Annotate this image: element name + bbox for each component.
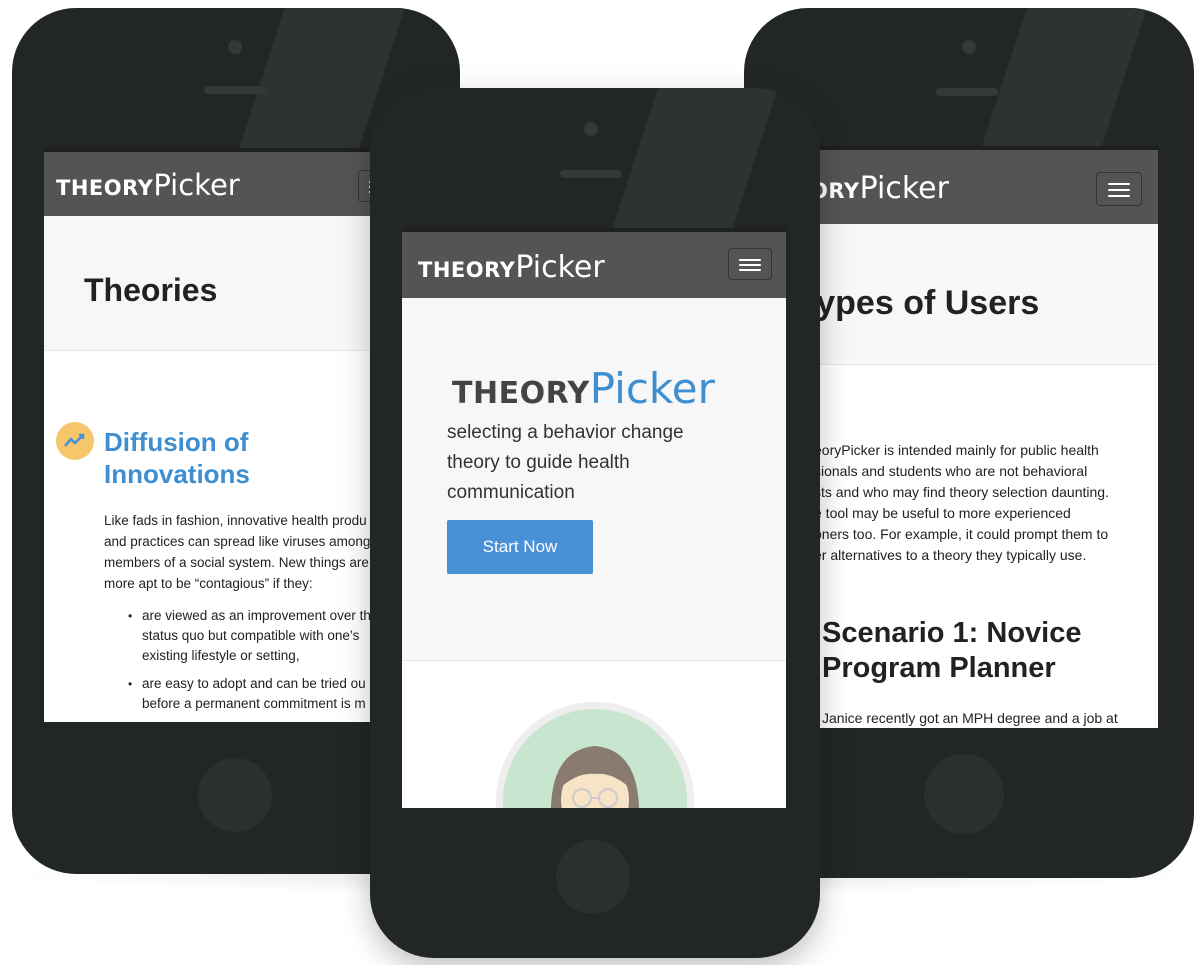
female-user-avatar-icon [496,702,694,808]
center-camera [584,122,598,136]
scenario-text: Janice recently got an MPH degree and a … [822,710,1118,726]
intro-line: sts and who may find theory selection da… [814,484,1109,500]
right-menu-button[interactable] [1096,172,1142,206]
intro-paragraph: eoryPicker is intended mainly for public… [814,440,1158,566]
list-line: are easy to adopt and can be tried ou [142,676,366,691]
menu-line [739,264,761,266]
center-menu-button[interactable] [728,248,772,280]
left-navbar: THEORYPicker [44,148,372,216]
scenario-title: Scenario 1: Novice Program Planner [822,616,1082,686]
list-item: are easy to adopt and can be tried ou be… [128,674,372,714]
hero-section: THEORYPicker selecting a behavior change… [402,298,786,661]
intro-line: eoryPicker is intended mainly for public… [814,442,1099,458]
right-logo[interactable]: ORYPicker [810,171,949,206]
intro-line: oners too. For example, it could prompt … [814,526,1109,542]
hero-logo-light: Picker [589,364,715,413]
trend-chart-icon [56,422,94,460]
right-phone-glare [974,8,1154,168]
center-speaker [560,170,622,178]
intro-line: members of a social system. New things a… [104,555,369,570]
center-home-button[interactable] [556,840,630,914]
menu-line [1108,195,1130,197]
intro-line: Like fads in fashion, innovative health … [104,513,367,528]
tagline-line: communication [447,482,575,503]
right-navbar: ORYPicker [804,146,1158,224]
list-line: status quo but compatible with one’s [142,628,360,643]
section-title[interactable]: Diffusion of Innovations [104,426,324,490]
left-screen: THEORYPicker Theories Diffusion of Innov… [44,148,372,722]
scenario-title-line: Scenario 1: Novice [822,617,1082,649]
logo-bold: THEORY [56,176,154,200]
right-speaker [936,88,998,96]
tagline-line: selecting a behavior change [447,422,684,443]
list-line: before a permanent commitment is m [142,696,366,711]
intro-line: er alternatives to a theory they typical… [814,547,1087,563]
center-navbar: THEORYPicker [402,228,786,298]
menu-line [1108,183,1130,185]
list-line: existing lifestyle or setting, [142,648,300,663]
left-camera [228,40,242,54]
right-title-band: Types of Users [804,224,1158,365]
center-screen: THEORYPicker THEORYPicker selecting a be… [402,228,786,808]
page-title: Theories [84,272,218,308]
logo-bold: THEORY [418,258,516,282]
scenario-title-line: Program Planner [822,652,1056,684]
center-logo[interactable]: THEORYPicker [418,250,605,285]
start-now-button[interactable]: Start Now [447,520,593,574]
intro-line: more apt to be “contagious” if they: [104,576,313,591]
logo-light: Picker [515,250,605,285]
center-phone: THEORYPicker THEORYPicker selecting a be… [370,88,820,958]
right-screen: ORYPicker Types of Users eoryPicker is i… [804,146,1158,728]
menu-line [739,269,761,271]
intro-line: e tool may be useful to more experienced [814,505,1071,521]
intro-line: sionals and students who are not behavio… [814,463,1088,479]
left-home-button[interactable] [198,758,272,832]
hero-logo-bold: THEORY [452,376,590,411]
menu-line [739,259,761,261]
right-home-button[interactable] [924,754,1004,834]
right-camera [962,40,976,54]
hero-logo: THEORYPicker [452,364,715,413]
left-volume-button[interactable] [12,148,16,188]
page-title: Types of Users [804,284,1040,322]
list-item: are viewed as an improvement over th sta… [128,606,372,666]
logo-light: Picker [153,168,240,202]
left-speaker [204,86,266,94]
left-logo[interactable]: THEORYPicker [56,168,240,202]
logo-light: Picker [859,171,949,206]
intro-line: and practices can spread like viruses am… [104,534,371,549]
left-title-band: Theories [44,216,372,351]
menu-line [1108,189,1130,191]
intro-paragraph: Like fads in fashion, innovative health … [104,510,372,594]
criteria-list: are viewed as an improvement over th sta… [128,606,372,722]
tagline: selecting a behavior change theory to gu… [447,418,684,508]
list-line: are viewed as an improvement over th [142,608,371,623]
tagline-line: theory to guide health [447,452,630,473]
